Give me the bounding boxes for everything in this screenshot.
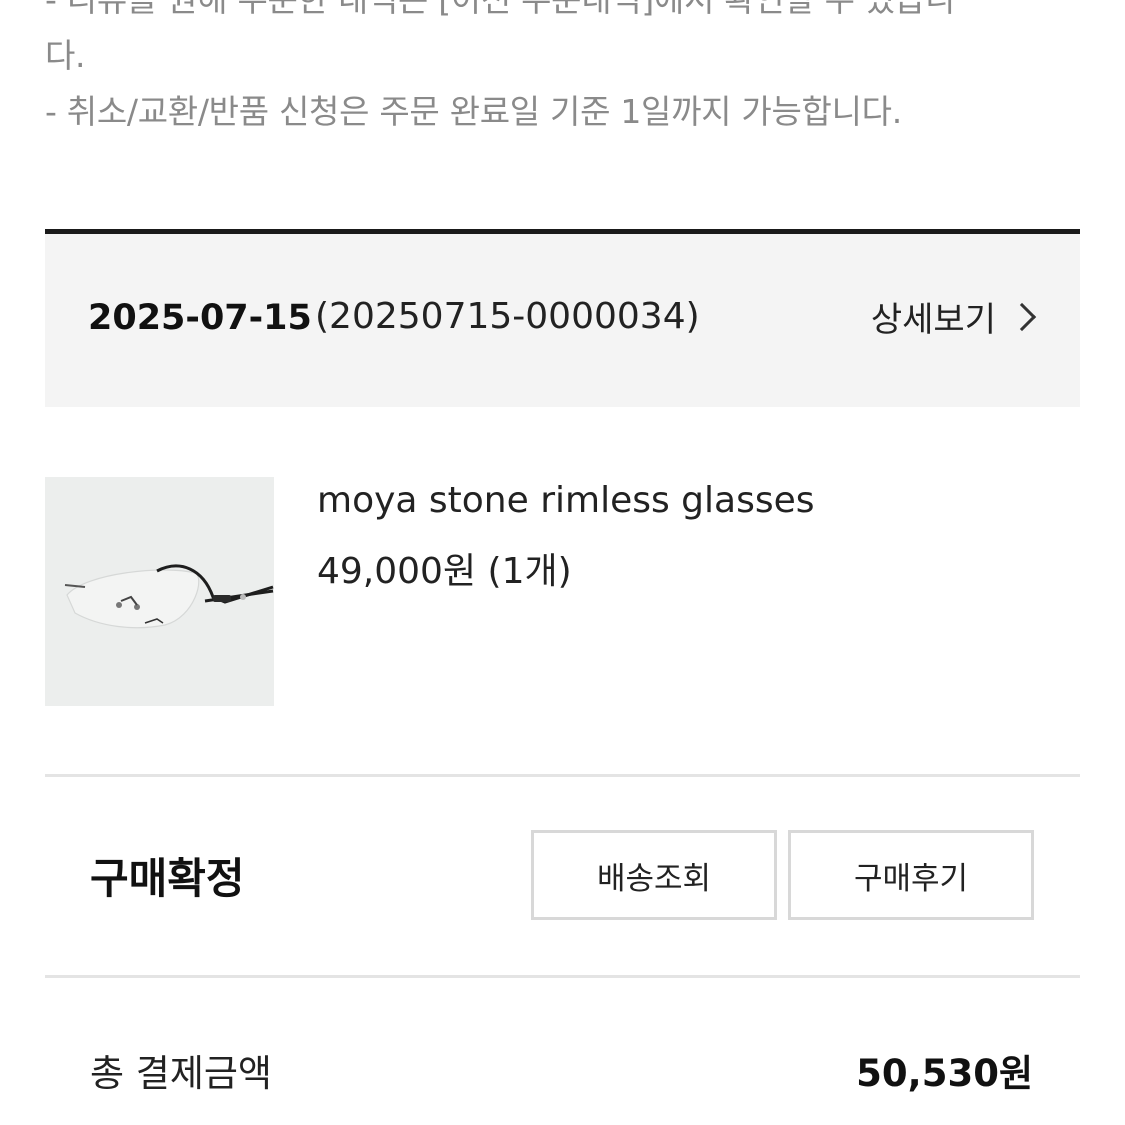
section-divider (45, 774, 1080, 777)
order-detail-label: 상세보기 (870, 300, 996, 340)
total-payment-value: 50,530원 (856, 1052, 1033, 1095)
glasses-product-photo (45, 477, 274, 706)
product-price: 49,000원 (1개) (317, 551, 572, 592)
order-history-page: - 리뷰를 원해 주문한 내역은 [이전 주문내역]에서 확인할 수 있습니 다… (0, 0, 1125, 1125)
product-name[interactable]: moya stone rimless glasses (317, 480, 815, 521)
write-review-button[interactable]: 구매후기 (788, 830, 1034, 920)
order-detail-link[interactable]: 상세보기 (870, 292, 1037, 341)
notice-line-3: - 취소/교환/반품 신청은 주문 완료일 기준 1일까지 가능합니다. (45, 92, 902, 131)
order-status-label: 구매확정 (90, 854, 245, 903)
order-date: 2025-07-15 (88, 298, 312, 338)
chevron-right-icon (1007, 302, 1037, 331)
order-notice: - 리뷰를 원해 주문한 내역은 [이전 주문내역]에서 확인할 수 있습니 다… (45, 0, 1085, 140)
notice-line-1: - 리뷰를 원해 주문한 내역은 [이전 주문내역]에서 확인할 수 있습니 (45, 0, 1085, 28)
order-header: 2025-07-15 (20250715-0000034) 상세보기 (45, 234, 1080, 407)
product-thumbnail[interactable] (45, 477, 274, 706)
order-number: (20250715-0000034) (315, 296, 700, 337)
total-payment-label: 총 결제금액 (90, 1052, 272, 1095)
track-delivery-button[interactable]: 배송조회 (531, 830, 777, 920)
notice-line-2: 다. (45, 36, 86, 75)
section-divider (45, 975, 1080, 978)
